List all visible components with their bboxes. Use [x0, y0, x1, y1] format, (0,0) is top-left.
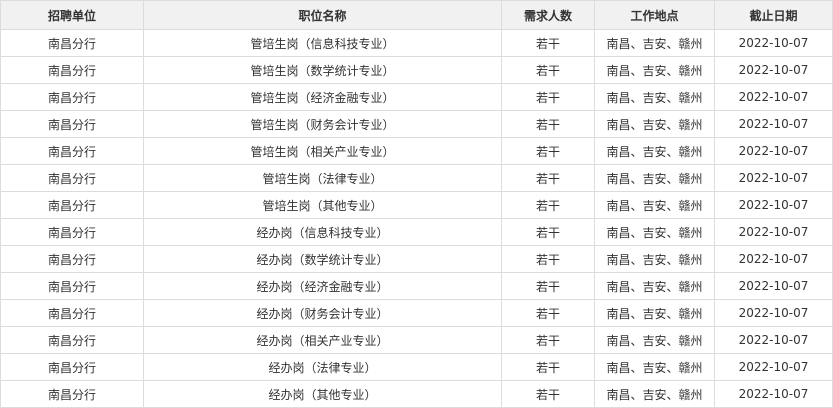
cell-deadline: 2022-10-07 [714, 29, 833, 57]
cell-deadline: 2022-10-07 [714, 353, 833, 381]
cell-unit: 南昌分行 [0, 29, 144, 57]
table-row: 南昌分行 经办岗（法律专业） 若干 南昌、吉安、赣州 2022-10-07 [0, 353, 833, 381]
cell-unit: 南昌分行 [0, 380, 144, 408]
table-row: 南昌分行 经办岗（财务会计专业） 若干 南昌、吉安、赣州 2022-10-07 [0, 299, 833, 327]
cell-unit: 南昌分行 [0, 56, 144, 84]
cell-unit: 南昌分行 [0, 164, 144, 192]
cell-position: 经办岗（法律专业） [143, 353, 502, 381]
cell-location: 南昌、吉安、赣州 [594, 326, 715, 354]
cell-location: 南昌、吉安、赣州 [594, 164, 715, 192]
header-recruiting-unit: 招聘单位 [0, 0, 144, 30]
table-row: 南昌分行 管培生岗（数学统计专业） 若干 南昌、吉安、赣州 2022-10-07 [0, 56, 833, 84]
cell-headcount: 若干 [501, 272, 595, 300]
cell-location: 南昌、吉安、赣州 [594, 299, 715, 327]
cell-deadline: 2022-10-07 [714, 326, 833, 354]
table-row: 南昌分行 管培生岗（法律专业） 若干 南昌、吉安、赣州 2022-10-07 [0, 164, 833, 192]
table-row: 南昌分行 管培生岗（其他专业） 若干 南昌、吉安、赣州 2022-10-07 [0, 191, 833, 219]
cell-headcount: 若干 [501, 245, 595, 273]
header-headcount: 需求人数 [501, 0, 595, 30]
cell-deadline: 2022-10-07 [714, 218, 833, 246]
table-body: 南昌分行 管培生岗（信息科技专业） 若干 南昌、吉安、赣州 2022-10-07… [0, 29, 833, 408]
cell-position: 管培生岗（法律专业） [143, 164, 502, 192]
cell-location: 南昌、吉安、赣州 [594, 56, 715, 84]
cell-location: 南昌、吉安、赣州 [594, 137, 715, 165]
cell-deadline: 2022-10-07 [714, 272, 833, 300]
cell-location: 南昌、吉安、赣州 [594, 353, 715, 381]
table-row: 南昌分行 经办岗（相关产业专业） 若干 南昌、吉安、赣州 2022-10-07 [0, 326, 833, 354]
table-row: 南昌分行 经办岗（数学统计专业） 若干 南昌、吉安、赣州 2022-10-07 [0, 245, 833, 273]
cell-headcount: 若干 [501, 218, 595, 246]
header-row: 招聘单位 职位名称 需求人数 工作地点 截止日期 [0, 0, 833, 30]
table-row: 南昌分行 管培生岗（财务会计专业） 若干 南昌、吉安、赣州 2022-10-07 [0, 110, 833, 138]
cell-unit: 南昌分行 [0, 83, 144, 111]
cell-position: 管培生岗（信息科技专业） [143, 29, 502, 57]
cell-position: 管培生岗（财务会计专业） [143, 110, 502, 138]
job-listing-table: 招聘单位 职位名称 需求人数 工作地点 截止日期 南昌分行 管培生岗（信息科技专… [0, 0, 833, 408]
cell-deadline: 2022-10-07 [714, 245, 833, 273]
cell-deadline: 2022-10-07 [714, 110, 833, 138]
cell-headcount: 若干 [501, 299, 595, 327]
table-row: 南昌分行 管培生岗（信息科技专业） 若干 南昌、吉安、赣州 2022-10-07 [0, 29, 833, 57]
cell-headcount: 若干 [501, 326, 595, 354]
cell-unit: 南昌分行 [0, 272, 144, 300]
cell-headcount: 若干 [501, 191, 595, 219]
cell-deadline: 2022-10-07 [714, 380, 833, 408]
cell-unit: 南昌分行 [0, 245, 144, 273]
table-row: 南昌分行 经办岗（经济金融专业） 若干 南昌、吉安、赣州 2022-10-07 [0, 272, 833, 300]
cell-unit: 南昌分行 [0, 299, 144, 327]
cell-unit: 南昌分行 [0, 218, 144, 246]
cell-deadline: 2022-10-07 [714, 56, 833, 84]
table-header: 招聘单位 职位名称 需求人数 工作地点 截止日期 [0, 0, 833, 30]
cell-location: 南昌、吉安、赣州 [594, 380, 715, 408]
cell-unit: 南昌分行 [0, 191, 144, 219]
header-deadline: 截止日期 [714, 0, 833, 30]
table-row: 南昌分行 管培生岗（相关产业专业） 若干 南昌、吉安、赣州 2022-10-07 [0, 137, 833, 165]
cell-position: 管培生岗（数学统计专业） [143, 56, 502, 84]
cell-headcount: 若干 [501, 380, 595, 408]
cell-position: 经办岗（其他专业） [143, 380, 502, 408]
cell-position: 管培生岗（其他专业） [143, 191, 502, 219]
cell-headcount: 若干 [501, 353, 595, 381]
cell-position: 管培生岗（相关产业专业） [143, 137, 502, 165]
cell-headcount: 若干 [501, 164, 595, 192]
cell-position: 经办岗（经济金融专业） [143, 272, 502, 300]
cell-headcount: 若干 [501, 83, 595, 111]
cell-headcount: 若干 [501, 29, 595, 57]
cell-location: 南昌、吉安、赣州 [594, 110, 715, 138]
cell-deadline: 2022-10-07 [714, 83, 833, 111]
table-row: 南昌分行 经办岗（信息科技专业） 若干 南昌、吉安、赣州 2022-10-07 [0, 218, 833, 246]
cell-position: 经办岗（数学统计专业） [143, 245, 502, 273]
cell-location: 南昌、吉安、赣州 [594, 83, 715, 111]
table-row: 南昌分行 经办岗（其他专业） 若干 南昌、吉安、赣州 2022-10-07 [0, 380, 833, 408]
cell-deadline: 2022-10-07 [714, 164, 833, 192]
cell-deadline: 2022-10-07 [714, 137, 833, 165]
cell-location: 南昌、吉安、赣州 [594, 191, 715, 219]
cell-headcount: 若干 [501, 110, 595, 138]
cell-location: 南昌、吉安、赣州 [594, 245, 715, 273]
cell-position: 管培生岗（经济金融专业） [143, 83, 502, 111]
cell-headcount: 若干 [501, 56, 595, 84]
cell-location: 南昌、吉安、赣州 [594, 272, 715, 300]
cell-unit: 南昌分行 [0, 353, 144, 381]
cell-location: 南昌、吉安、赣州 [594, 218, 715, 246]
cell-unit: 南昌分行 [0, 137, 144, 165]
header-work-location: 工作地点 [594, 0, 715, 30]
cell-deadline: 2022-10-07 [714, 191, 833, 219]
cell-deadline: 2022-10-07 [714, 299, 833, 327]
cell-unit: 南昌分行 [0, 326, 144, 354]
cell-unit: 南昌分行 [0, 110, 144, 138]
header-position-name: 职位名称 [143, 0, 502, 30]
cell-location: 南昌、吉安、赣州 [594, 29, 715, 57]
table-row: 南昌分行 管培生岗（经济金融专业） 若干 南昌、吉安、赣州 2022-10-07 [0, 83, 833, 111]
cell-position: 经办岗（财务会计专业） [143, 299, 502, 327]
cell-position: 经办岗（相关产业专业） [143, 326, 502, 354]
cell-position: 经办岗（信息科技专业） [143, 218, 502, 246]
cell-headcount: 若干 [501, 137, 595, 165]
